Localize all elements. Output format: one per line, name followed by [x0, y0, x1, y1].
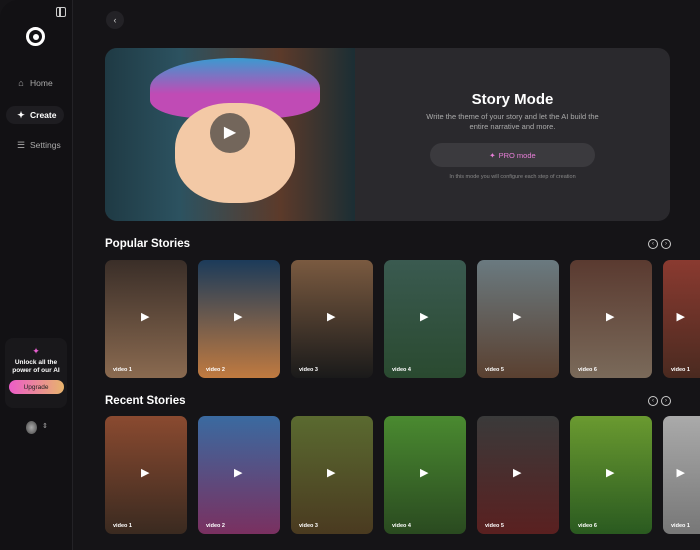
card-label: video 5 [485, 367, 504, 373]
nav-label: Settings [30, 140, 61, 150]
story-card[interactable]: ▶ video 6 [570, 416, 652, 534]
promo-text: Unlock all the power of our AI [12, 359, 60, 374]
play-icon[interactable]: ▶ [420, 310, 428, 323]
play-icon[interactable]: ▶ [327, 310, 335, 323]
play-icon[interactable]: ▶ [513, 466, 521, 479]
upgrade-button[interactable]: Upgrade [8, 380, 64, 394]
sidebar-item-home[interactable]: ⌂ Home [6, 74, 64, 92]
story-card[interactable]: ▶ video 1 [663, 260, 700, 378]
card-label: video 5 [485, 523, 504, 529]
logo [26, 27, 45, 46]
nav-label: Home [30, 78, 53, 88]
chevron-updown-icon[interactable]: ⇕ [42, 422, 48, 430]
play-icon[interactable]: ▶ [606, 466, 614, 479]
story-card[interactable]: ▶ video 4 [384, 260, 466, 378]
back-button[interactable]: ‹ [106, 11, 124, 29]
card-label: video 2 [206, 367, 225, 373]
play-icon[interactable]: ▶ [420, 466, 428, 479]
card-label: video 3 [299, 523, 318, 529]
recent-stories-title: Recent Stories [105, 395, 186, 407]
play-icon[interactable]: ▶ [234, 310, 242, 323]
recent-stories-row: ▶ video 1 ▶ video 2 ▶ video 3 ▶ video 4 ▶ video 5… [105, 416, 700, 534]
play-icon[interactable]: ▶ [677, 310, 685, 323]
story-card[interactable]: ▶ video 1 [105, 260, 187, 378]
nav-label: Create [30, 110, 57, 120]
story-card[interactable]: ▶ video 6 [570, 260, 652, 378]
story-card[interactable]: ▶ video 2 [198, 260, 280, 378]
card-label: video 6 [578, 523, 597, 529]
sidebar-item-create[interactable]: ✦ Create [6, 106, 64, 124]
chevron-right-icon[interactable]: › [661, 239, 671, 249]
card-label: video 2 [206, 523, 225, 529]
play-icon[interactable]: ▶ [513, 310, 521, 323]
hero-description: Write the theme of your story and let th… [426, 112, 599, 131]
chevron-right-icon[interactable]: › [661, 396, 671, 406]
sparkle-icon: ✦ [32, 346, 40, 356]
sidebar: ⌂ Home ✦ Create ☰ Settings ✦ Unlock all the… [0, 0, 73, 550]
play-icon[interactable]: ▶ [677, 466, 685, 479]
story-card[interactable]: ▶ video 3 [291, 416, 373, 534]
card-label: video 4 [392, 523, 411, 529]
card-label: video 1 [113, 523, 132, 529]
sidebar-item-settings[interactable]: ☰ Settings [6, 136, 64, 154]
play-icon[interactable]: ▶ [606, 310, 614, 323]
popular-stories-row: ▶ video 1 ▶ video 2 ▶ video 3 ▶ video 4 ▶ video 5… [105, 260, 700, 378]
avatar[interactable] [26, 421, 37, 434]
hero-video-thumbnail[interactable]: ▶ [105, 48, 355, 221]
popular-stories-title: Popular Stories [105, 238, 190, 250]
play-icon[interactable]: ▶ [141, 310, 149, 323]
story-card[interactable]: ▶ video 1 [663, 416, 700, 534]
play-icon[interactable]: ▶ [234, 466, 242, 479]
card-label: video 6 [578, 367, 597, 373]
play-icon[interactable]: ▶ [210, 113, 250, 153]
card-label: video 1 [113, 367, 132, 373]
pro-mode-button[interactable]: ✦ PRO mode [430, 143, 595, 167]
popular-carousel-controls: ‹ › [648, 239, 671, 249]
sliders-icon: ☰ [16, 139, 26, 150]
hero-note: In this mode you will configure each ste… [449, 174, 576, 180]
story-card[interactable]: ▶ video 1 [105, 416, 187, 534]
home-icon: ⌂ [18, 78, 24, 88]
sparkles-icon: ✦ [17, 109, 25, 120]
hero-title: Story Mode [471, 91, 554, 108]
story-card[interactable]: ▶ video 2 [198, 416, 280, 534]
card-label: video 4 [392, 367, 411, 373]
story-card[interactable]: ▶ video 3 [291, 260, 373, 378]
upgrade-promo: ✦ Unlock all the power of our AI Upgrade [5, 338, 67, 408]
story-card[interactable]: ▶ video 5 [477, 416, 559, 534]
card-label: video 3 [299, 367, 318, 373]
chevron-left-icon[interactable]: ‹ [648, 396, 658, 406]
chevron-left-icon[interactable]: ‹ [648, 239, 658, 249]
sparkles-icon: ✦ [489, 150, 496, 160]
play-icon[interactable]: ▶ [327, 466, 335, 479]
story-card[interactable]: ▶ video 5 [477, 260, 559, 378]
story-mode-hero: ▶ Story Mode Write the theme of your sto… [105, 48, 670, 221]
sidebar-toggle-icon[interactable] [56, 7, 66, 17]
pro-mode-label: PRO mode [498, 150, 536, 160]
recent-carousel-controls: ‹ › [648, 396, 671, 406]
card-label: video 1 [671, 523, 690, 529]
card-label: video 1 [671, 367, 690, 373]
story-card[interactable]: ▶ video 4 [384, 416, 466, 534]
play-icon[interactable]: ▶ [141, 466, 149, 479]
